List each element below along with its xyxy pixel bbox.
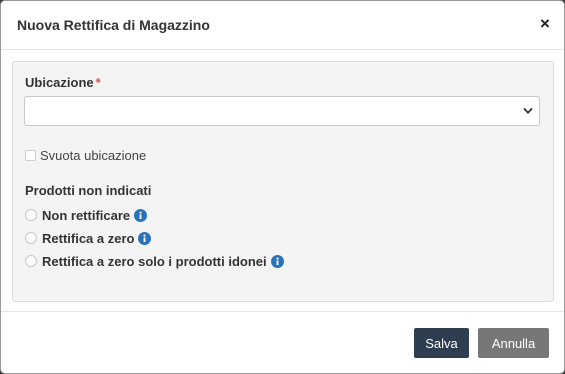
radio-button[interactable] xyxy=(25,209,37,221)
info-icon[interactable] xyxy=(270,254,284,268)
modal-header: Nuova Rettifica di Magazzino × xyxy=(1,1,564,50)
empty-location-checkbox[interactable] xyxy=(25,149,36,161)
info-icon[interactable] xyxy=(134,208,148,222)
radio-button[interactable] xyxy=(25,255,37,267)
radio-button[interactable] xyxy=(25,232,37,244)
empty-location-label: Svuota ubicazione xyxy=(40,147,147,163)
empty-location-option[interactable]: Svuota ubicazione xyxy=(25,147,146,163)
location-label-text: Ubicazione xyxy=(25,75,94,90)
modal-dialog: Nuova Rettifica di Magazzino × Ubicazion… xyxy=(0,0,565,374)
location-label: Ubicazione * xyxy=(25,75,101,90)
info-icon[interactable] xyxy=(138,231,152,245)
unlisted-products-title: Prodotti non indicati xyxy=(25,183,152,198)
form-panel: Ubicazione * Svuota ubicazione Prodotti n… xyxy=(12,61,554,302)
radio-label: Rettifica a zero xyxy=(42,230,135,246)
location-select[interactable] xyxy=(24,96,540,126)
required-marker: * xyxy=(95,75,101,90)
save-button[interactable]: Salva xyxy=(414,328,469,358)
modal-title: Nuova Rettifica di Magazzino xyxy=(17,17,210,33)
radio-option-zero[interactable]: Rettifica a zero xyxy=(25,229,152,247)
chevron-down-icon xyxy=(523,108,533,114)
radio-option-zero-eligible[interactable]: Rettifica a zero solo i prodotti idonei xyxy=(25,252,284,270)
modal-footer: Salva Annulla xyxy=(1,311,564,373)
close-icon[interactable]: × xyxy=(538,15,552,32)
radio-option-no-adjust[interactable]: Non rettificare xyxy=(25,206,148,224)
radio-label: Non rettificare xyxy=(42,207,131,223)
radio-label: Rettifica a zero solo i prodotti idonei xyxy=(42,253,267,269)
cancel-button[interactable]: Annulla xyxy=(478,328,549,358)
